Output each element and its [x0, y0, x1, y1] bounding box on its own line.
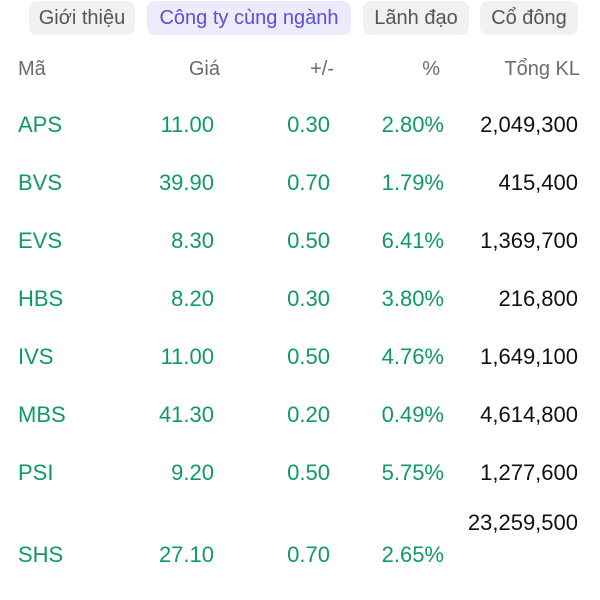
stock-price: 39.90 — [158, 170, 214, 195]
stock-volume: 415,400 — [498, 170, 578, 195]
tab-cong-ty-cung-nganh[interactable]: Công ty cùng ngành — [147, 1, 351, 35]
stock-change: 0.30 — [287, 112, 330, 137]
table-row[interactable]: IVS 11.00 0.50 4.76% 1,649,100 — [0, 320, 600, 378]
stock-change: 0.50 — [287, 460, 330, 485]
header-price[interactable]: Giá — [189, 58, 220, 81]
table-row[interactable]: BVS 39.90 0.70 1.79% 415,400 — [0, 146, 600, 204]
stock-percent: 1.79% — [381, 170, 444, 195]
stock-percent: 4.76% — [381, 344, 444, 369]
header-percent[interactable]: % — [422, 58, 440, 81]
stock-change: 0.50 — [287, 228, 330, 253]
stock-change: 0.20 — [287, 402, 330, 427]
stock-volume: 216,800 — [498, 286, 578, 311]
stock-volume: 1,277,600 — [480, 460, 578, 485]
stock-percent: 6.41% — [381, 228, 444, 253]
stock-volume: 1,649,100 — [480, 344, 578, 369]
stock-code: BVS — [18, 170, 63, 195]
stock-change: 0.70 — [287, 542, 330, 567]
header-code[interactable]: Mã — [18, 58, 46, 81]
stock-code: SHS — [18, 542, 64, 567]
stock-percent: 3.80% — [381, 286, 444, 311]
tab-gioi-thieu[interactable]: Giới thiệu — [29, 1, 135, 35]
peer-companies-table: Mã Giá +/- % Tổng KL APS 11.00 0.30 2.80… — [0, 54, 600, 574]
stock-code: EVS — [18, 228, 63, 253]
table-row[interactable]: MBS 41.30 0.20 0.49% 4,614,800 — [0, 378, 600, 436]
stock-price: 11.00 — [160, 112, 214, 137]
stock-percent: 0.49% — [381, 402, 444, 427]
stock-price: 41.30 — [158, 402, 214, 427]
table-row[interactable]: APS 11.00 0.30 2.80% 2,049,300 — [0, 88, 600, 146]
stock-percent: 2.65% — [381, 542, 444, 567]
stock-volume: 4,614,800 — [480, 402, 578, 427]
table-row[interactable]: EVS 8.30 0.50 6.41% 1,369,700 — [0, 204, 600, 262]
header-volume[interactable]: Tổng KL — [504, 58, 580, 81]
stock-price: 8.20 — [171, 286, 214, 311]
stock-percent: 5.75% — [381, 460, 444, 485]
stock-price: 8.30 — [171, 228, 214, 253]
stock-code: PSI — [18, 460, 54, 485]
stock-volume: 23,259,500 — [467, 510, 578, 535]
tab-lanh-dao[interactable]: Lãnh đạo — [363, 1, 469, 35]
stock-volume: 1,369,700 — [480, 228, 578, 253]
stock-price: 11.00 — [160, 344, 214, 369]
table-header: Mã Giá +/- % Tổng KL — [0, 54, 600, 88]
stock-price: 9.20 — [171, 460, 214, 485]
stock-change: 0.70 — [287, 170, 330, 195]
stock-code: APS — [18, 112, 63, 137]
tab-bar: Giới thiệu Công ty cùng ngành Lãnh đạo C… — [0, 0, 600, 36]
stock-code: IVS — [18, 344, 54, 369]
stock-code: MBS — [18, 402, 66, 427]
stock-change: 0.30 — [287, 286, 330, 311]
table-row[interactable]: SHS 27.10 0.70 2.65% 23,259,500 — [0, 494, 600, 574]
stock-code: HBS — [18, 286, 64, 311]
stock-price: 27.10 — [158, 542, 214, 567]
table-row[interactable]: HBS 8.20 0.30 3.80% 216,800 — [0, 262, 600, 320]
header-change[interactable]: +/- — [310, 58, 334, 81]
stock-volume: 2,049,300 — [480, 112, 578, 137]
stock-change: 0.50 — [287, 344, 330, 369]
table-row[interactable]: PSI 9.20 0.50 5.75% 1,277,600 — [0, 436, 600, 494]
tab-co-dong[interactable]: Cổ đông — [480, 1, 578, 35]
stock-percent: 2.80% — [381, 112, 444, 137]
